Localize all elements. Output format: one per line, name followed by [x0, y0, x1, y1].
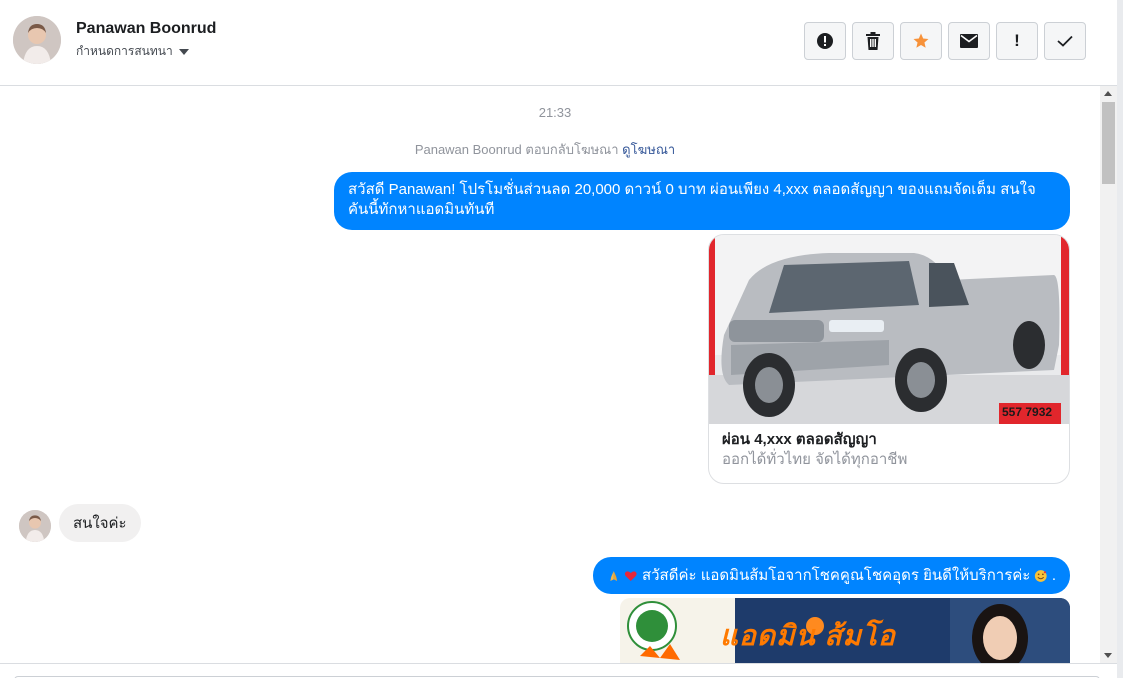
- ad-reply-text: Panawan Boonrud ตอบกลับโฆษณา: [414, 142, 619, 157]
- smiling-hearts-emoji: [1035, 569, 1048, 582]
- ad-card[interactable]: 557 7932 ผ่อน 4,xxx ตลอดสัญญา ออกได้ทั่ว…: [708, 234, 1070, 484]
- contact-avatar[interactable]: [13, 16, 61, 64]
- follow-up-button[interactable]: !: [996, 22, 1038, 60]
- view-ad-link[interactable]: ดูโฆษณา: [622, 142, 675, 157]
- scroll-up-arrow-icon[interactable]: [1104, 91, 1112, 96]
- window-edge: [1117, 0, 1123, 678]
- admin-banner-image[interactable]: แอดมิน ส้มโอ: [620, 598, 1070, 663]
- banner-title: แอดมิน ส้มโอ: [720, 620, 896, 651]
- message-composer: [0, 663, 1117, 678]
- message-trailing-text: .: [1051, 566, 1057, 584]
- mark-done-button[interactable]: [1044, 22, 1086, 60]
- person-icon: [13, 16, 61, 64]
- heart-emoji: [625, 570, 638, 581]
- ad-reply-notice: Panawan Boonrud ตอบกลับโฆษณา ดูโฆษณา: [0, 139, 1090, 160]
- message-thread: 21:33 Panawan Boonrud ตอบกลับโฆษณา ดูโฆษ…: [0, 86, 1100, 663]
- thread-scrollbar[interactable]: [1100, 86, 1117, 663]
- envelope-icon: [960, 34, 978, 48]
- trash-icon: [866, 32, 880, 50]
- contact-name[interactable]: Panawan Boonrud: [76, 20, 216, 38]
- star-icon: [913, 33, 929, 48]
- conversation-toolbar: !: [804, 22, 1086, 60]
- delete-button[interactable]: [852, 22, 894, 60]
- conversation-settings-label: กำหนดการสนทนา: [76, 44, 173, 58]
- ad-card-subtitle: ออกได้ทั่วไทย จัดได้ทุกอาชีพ: [722, 451, 908, 468]
- pickup-truck-image: 557 7932: [709, 235, 1069, 424]
- exclamation-icon: !: [1014, 31, 1020, 50]
- message-timestamp: 21:33: [538, 105, 572, 120]
- image-overlay-text: 557 7932: [1002, 405, 1052, 419]
- outgoing-message[interactable]: สวัสดีค่ะ แอดมินส้มโอจากโชคคูณโชคอุดร ยิ…: [593, 557, 1070, 594]
- check-icon: [1057, 35, 1073, 47]
- alert-circle-icon: [817, 33, 833, 49]
- star-button[interactable]: [900, 22, 942, 60]
- scrollbar-thumb[interactable]: [1102, 102, 1115, 184]
- mark-unread-button[interactable]: [948, 22, 990, 60]
- pray-emoji: [610, 570, 618, 581]
- report-spam-button[interactable]: [804, 22, 846, 60]
- scroll-down-arrow-icon[interactable]: [1104, 653, 1112, 658]
- conversation-settings-dropdown[interactable]: กำหนดการสนทนา: [76, 42, 189, 61]
- message-text: สวัสดีค่ะ แอดมินส้มโอจากโชคคูณโชคอุดร ยิ…: [641, 566, 1031, 584]
- sender-avatar: [19, 510, 51, 542]
- incoming-message[interactable]: สนใจค่ะ: [59, 504, 141, 542]
- caret-down-icon: [178, 49, 189, 55]
- person-icon: [19, 510, 51, 542]
- conversation-header: Panawan Boonrud กำหนดการสนทนา !: [0, 0, 1117, 86]
- outgoing-message[interactable]: สวัสดี Panawan! โปรโมชั่นส่วนลด 20,000 ด…: [334, 172, 1070, 230]
